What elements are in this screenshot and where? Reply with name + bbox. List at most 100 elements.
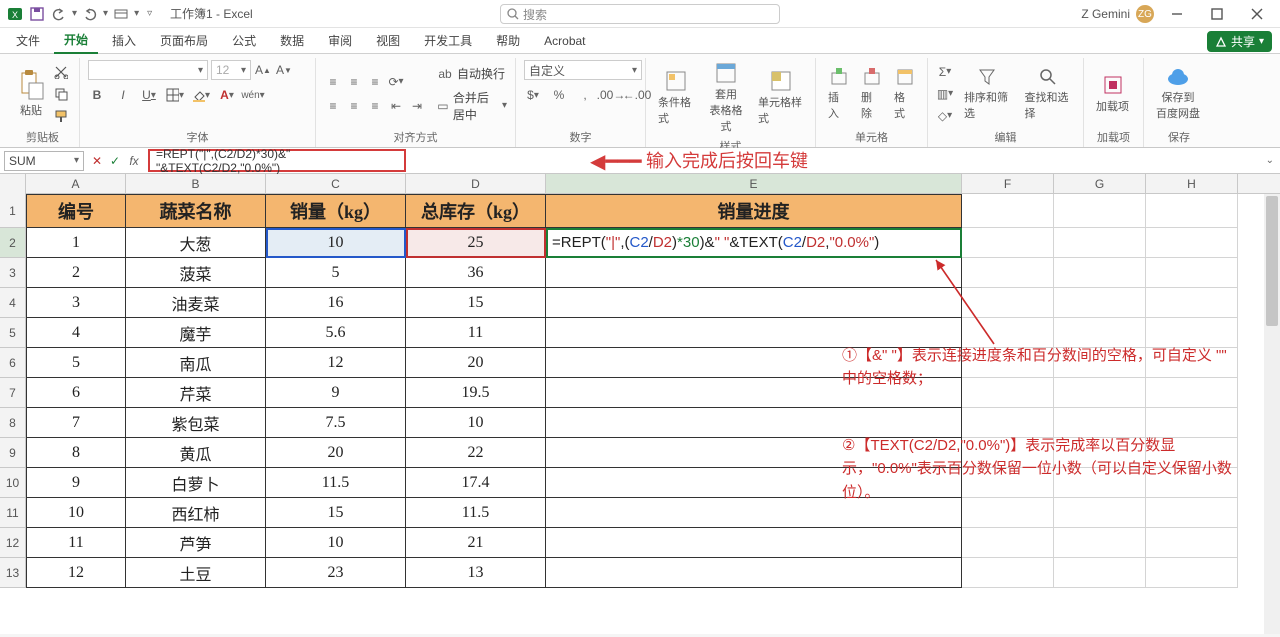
cell[interactable]: 4 [26, 318, 126, 348]
undo-icon[interactable] [50, 5, 68, 23]
cell[interactable]: 11.5 [406, 498, 546, 528]
cell[interactable]: 白萝卜 [126, 468, 266, 498]
cell[interactable]: 蔬菜名称 [126, 194, 266, 228]
cell[interactable]: 11 [406, 318, 546, 348]
cell[interactable]: 15 [266, 498, 406, 528]
cell[interactable]: 芦笋 [126, 528, 266, 558]
cell[interactable]: 10 [406, 408, 546, 438]
cell[interactable] [546, 258, 962, 288]
cell[interactable] [546, 528, 962, 558]
cell[interactable]: 19.5 [406, 378, 546, 408]
cell[interactable] [962, 288, 1054, 318]
cell[interactable]: 11.5 [266, 468, 406, 498]
tab-view[interactable]: 视图 [366, 28, 410, 53]
cell[interactable] [1146, 194, 1238, 228]
cell[interactable] [962, 258, 1054, 288]
tab-help[interactable]: 帮助 [486, 28, 530, 53]
save-icon[interactable] [28, 5, 46, 23]
align-left-icon[interactable]: ≡ [324, 97, 342, 115]
qat-more-icon[interactable]: ▿ [147, 8, 152, 19]
row-header[interactable]: 11 [0, 498, 26, 528]
row-header[interactable]: 13 [0, 558, 26, 588]
cell-styles-button[interactable]: 单元格样式 [754, 68, 807, 128]
cell[interactable]: 7 [26, 408, 126, 438]
row-header[interactable]: 4 [0, 288, 26, 318]
cell[interactable]: 8 [26, 438, 126, 468]
save-to-cloud-button[interactable]: 保存到 百度网盘 [1152, 65, 1204, 123]
cell[interactable]: 15 [406, 288, 546, 318]
cell[interactable]: 10 [266, 228, 406, 258]
bold-button[interactable]: B [88, 86, 106, 104]
cell[interactable] [546, 288, 962, 318]
row-header[interactable]: 5 [0, 318, 26, 348]
tab-data[interactable]: 数据 [270, 28, 314, 53]
accounting-format-icon[interactable]: $▾ [524, 86, 542, 104]
cell[interactable] [962, 558, 1054, 588]
cell[interactable]: 5 [266, 258, 406, 288]
increase-font-icon[interactable]: A▲ [254, 61, 272, 79]
align-center-icon[interactable]: ≡ [345, 97, 363, 115]
row-header[interactable]: 8 [0, 408, 26, 438]
row-header[interactable]: 12 [0, 528, 26, 558]
italic-button[interactable]: I [114, 86, 132, 104]
align-right-icon[interactable]: ≡ [366, 97, 384, 115]
phonetic-guide-icon[interactable]: wén▾ [244, 86, 262, 104]
cell[interactable] [962, 194, 1054, 228]
cell[interactable]: 魔芋 [126, 318, 266, 348]
font-size-select[interactable]: 12▾ [211, 60, 251, 80]
row-header[interactable]: 6 [0, 348, 26, 378]
cell[interactable]: 7.5 [266, 408, 406, 438]
scroll-thumb[interactable] [1266, 196, 1278, 326]
cell[interactable]: 5 [26, 348, 126, 378]
cell[interactable]: 总库存（kg） [406, 194, 546, 228]
cell[interactable]: 6 [26, 378, 126, 408]
cell[interactable]: 黄瓜 [126, 438, 266, 468]
tab-dev[interactable]: 开发工具 [414, 28, 482, 53]
col-header-A[interactable]: A [26, 174, 126, 193]
search-input[interactable]: 搜索 [500, 4, 780, 24]
cell[interactable]: 1 [26, 228, 126, 258]
clear-icon[interactable]: ◇▾ [936, 107, 954, 125]
name-box[interactable]: SUM▾ [4, 151, 84, 171]
tab-review[interactable]: 审阅 [318, 28, 362, 53]
tab-home[interactable]: 开始 [54, 27, 98, 54]
cell[interactable] [1146, 288, 1238, 318]
formula-input[interactable]: =REPT("|",(C2/D2)*30)&" "&TEXT(C2/D2,"0.… [148, 149, 406, 172]
minimize-button[interactable] [1160, 0, 1194, 28]
cell[interactable]: 10 [26, 498, 126, 528]
cell[interactable]: 9 [26, 468, 126, 498]
cell[interactable]: 2 [26, 258, 126, 288]
cell[interactable]: 油麦菜 [126, 288, 266, 318]
paste-button[interactable]: 粘贴 [14, 68, 48, 120]
fill-color-button[interactable]: ▾ [192, 86, 210, 104]
tab-insert[interactable]: 插入 [102, 28, 146, 53]
cell[interactable] [1054, 228, 1146, 258]
cell[interactable]: 16 [266, 288, 406, 318]
cell[interactable]: 12 [266, 348, 406, 378]
active-cell[interactable]: =REPT("|",(C2/D2)*30)&" "&TEXT(C2/D2,"0.… [546, 228, 962, 258]
cell[interactable]: 23 [266, 558, 406, 588]
enter-formula-icon[interactable]: ✓ [108, 152, 122, 170]
cell[interactable]: 11 [26, 528, 126, 558]
find-select-button[interactable]: 查找和选择 [1021, 65, 1076, 123]
orientation-icon[interactable]: ⟳▾ [387, 73, 405, 91]
cell[interactable]: 12 [26, 558, 126, 588]
cell[interactable]: 20 [406, 348, 546, 378]
decrease-decimal-icon[interactable]: ←.00 [628, 86, 646, 104]
font-color-button[interactable]: A▾ [218, 86, 236, 104]
tab-file[interactable]: 文件 [6, 28, 50, 53]
cell[interactable]: 南瓜 [126, 348, 266, 378]
align-top-icon[interactable]: ≡ [324, 73, 342, 91]
worksheet-grid[interactable]: 1 编号 蔬菜名称 销量（kg） 总库存（kg） 销量进度 2 1 大葱 10 … [0, 194, 1280, 634]
cell[interactable]: 编号 [26, 194, 126, 228]
autosum-icon[interactable]: Σ▾ [936, 63, 954, 81]
cell[interactable] [962, 528, 1054, 558]
align-middle-icon[interactable]: ≡ [345, 73, 363, 91]
vertical-scrollbar[interactable] [1264, 194, 1280, 634]
maximize-button[interactable] [1200, 0, 1234, 28]
row-header[interactable]: 7 [0, 378, 26, 408]
cell[interactable]: 销量进度 [546, 194, 962, 228]
row-header[interactable]: 3 [0, 258, 26, 288]
col-header-B[interactable]: B [126, 174, 266, 193]
cancel-formula-icon[interactable]: ✕ [90, 152, 104, 170]
